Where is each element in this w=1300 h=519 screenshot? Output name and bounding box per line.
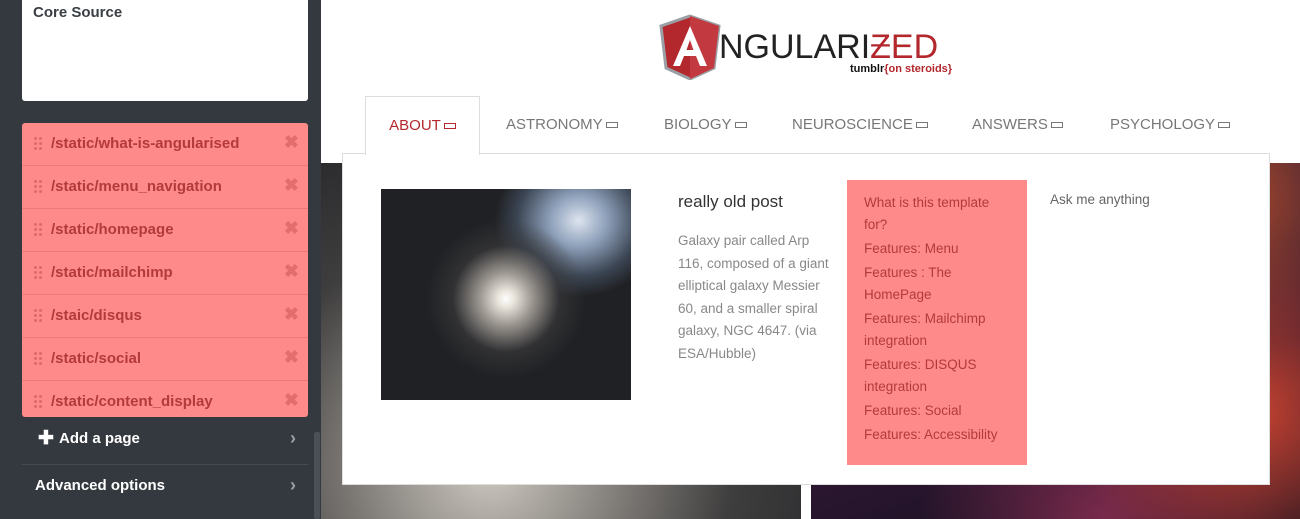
remove-icon[interactable]: ✖ [284,175,299,195]
dropdown-indicator-icon [605,122,618,129]
post-title-link[interactable]: really old post [678,192,783,212]
about-megamenu: really old post Galaxy pair called Arp 1… [342,153,1270,485]
chevron-right-icon: › [290,428,296,448]
add-page-button[interactable]: ✚ Add a page › [22,418,308,464]
menu-link[interactable]: Features: Menu [864,238,1014,260]
page-label: /static/homepage [51,221,174,238]
page-item[interactable]: /static/menu_navigation ✖ [22,166,308,209]
remove-icon[interactable]: ✖ [284,304,299,324]
nav-tab-label: NEUROSCIENCE [792,116,913,133]
page-label: /static/what-is-angularised [51,135,240,152]
nav-tab-about[interactable]: ABOUT [365,96,480,155]
dropdown-indicator-icon [443,123,456,130]
drag-handle-icon[interactable] [33,179,43,193]
logo-wordmark-main: NGULARI [719,28,871,66]
post-thumbnail-image[interactable] [381,189,631,400]
drag-handle-icon[interactable] [33,351,43,365]
nav-tab-answers[interactable]: ANSWERS [972,96,1063,153]
drag-handle-icon[interactable] [33,308,43,322]
pages-list: /static/what-is-angularised ✖ /static/me… [22,123,308,417]
drag-handle-icon[interactable] [33,136,43,150]
nav-tab-label: BIOLOGY [664,116,732,133]
drag-handle-icon[interactable] [33,265,43,279]
page-item[interactable]: /static/homepage ✖ [22,209,308,252]
menu-link[interactable]: Features: Accessibility [864,424,1014,446]
nav-tab-neuroscience[interactable]: NEUROSCIENCE [792,96,928,153]
logo-tagline-main: tumblr [850,63,885,75]
logo-tagline-accent: {on steroids} [884,63,953,75]
dropdown-indicator-icon [1050,122,1063,129]
menu-link[interactable]: Features : The HomePage [864,262,1014,306]
page-item[interactable]: /static/what-is-angularised ✖ [22,123,308,166]
dropdown-indicator-icon [1218,122,1231,129]
main-nav: ABOUT ASTRONOMY BIOLOGY NEUROSCIENCE ANS… [365,96,1245,155]
menu-link[interactable]: Features: DISQUS integration [864,354,1014,398]
menu-link[interactable]: Features: Mailchimp integration [864,308,1014,352]
page-item[interactable]: /staic/disqus ✖ [22,295,308,338]
menu-link[interactable]: What is this template for? [864,192,1014,236]
logo-tagline: tumblr{on steroids} [850,63,952,75]
dropdown-indicator-icon [734,122,747,129]
plus-icon: ✚ [38,428,54,449]
core-source-title: Core Source [33,4,123,21]
angular-shield-icon [659,14,721,80]
add-page-label: Add a page [59,430,140,447]
page-label: /static/menu_navigation [51,178,222,195]
about-links-box: What is this template for? Features: Men… [847,180,1027,465]
advanced-options-label: Advanced options [35,477,166,494]
nav-tab-label: ASTRONOMY [506,116,603,133]
remove-icon[interactable]: ✖ [284,132,299,152]
dropdown-indicator-icon [915,122,928,129]
page-item[interactable]: /static/social ✖ [22,338,308,381]
customizer-sidebar: Core Source /static/what-is-angularised … [0,0,321,519]
nav-tab-label: PSYCHOLOGY [1110,116,1216,133]
nav-tab-biology[interactable]: BIOLOGY [664,96,747,153]
site-preview: NGULARIƵED tumblr{on steroids} ABOUT AST… [321,0,1300,519]
page-label: /static/mailchimp [51,264,173,281]
ask-me-anything-link[interactable]: Ask me anything [1050,192,1150,207]
nav-tab-label: ABOUT [389,117,441,134]
nav-tab-astronomy[interactable]: ASTRONOMY [506,96,618,153]
remove-icon[interactable]: ✖ [284,218,299,238]
remove-icon[interactable]: ✖ [284,261,299,281]
remove-icon[interactable]: ✖ [284,390,299,410]
logo-wordmark-accent: ƵED [870,28,939,66]
page-label: /staic/disqus [51,307,142,324]
advanced-options-button[interactable]: Advanced options › [22,464,308,511]
page-label: /static/social [51,350,142,367]
logo-wordmark: NGULARIƵED [719,28,938,67]
site-logo[interactable]: NGULARIƵED tumblr{on steroids} [659,14,954,80]
page-item[interactable]: /static/mailchimp ✖ [22,252,308,295]
page-label: /static/content_display [51,393,213,410]
nav-tab-label: ANSWERS [972,116,1048,133]
sidebar-scrollbar[interactable] [314,432,320,519]
post-description: Galaxy pair called Arp 116, composed of … [678,233,829,361]
remove-icon[interactable]: ✖ [284,347,299,367]
chevron-right-icon: › [290,475,296,495]
nav-tab-psychology[interactable]: PSYCHOLOGY [1110,96,1231,153]
menu-link[interactable]: Features: Social [864,400,1014,422]
page-item[interactable]: /static/content_display ✖ [22,381,308,417]
drag-handle-icon[interactable] [33,222,43,236]
drag-handle-icon[interactable] [33,394,43,408]
core-source-panel: Core Source [22,0,308,101]
